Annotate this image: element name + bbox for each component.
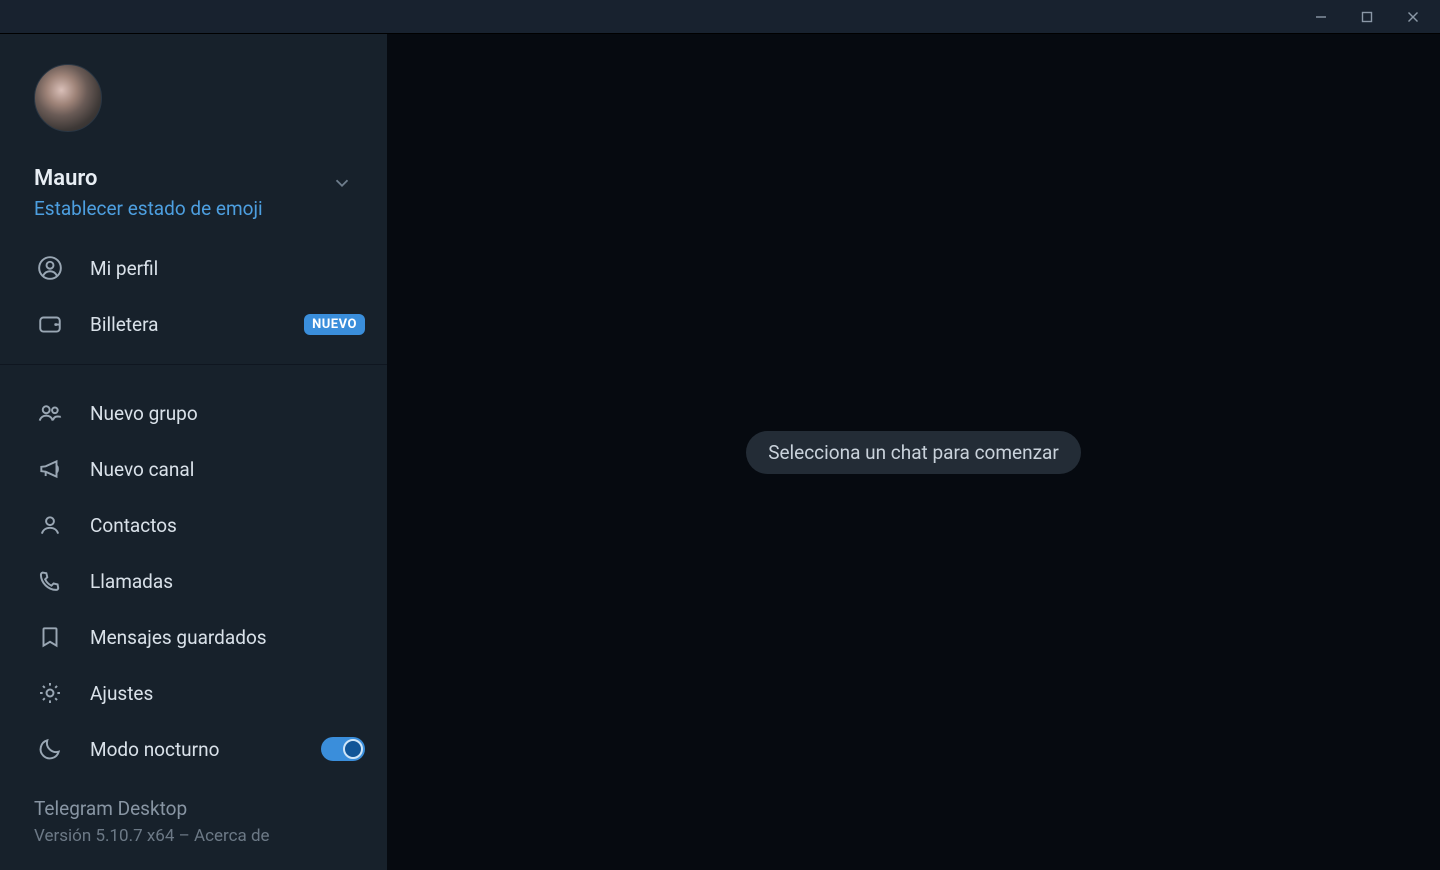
gear-icon <box>36 679 64 707</box>
app-name-label: Telegram Desktop <box>34 797 353 820</box>
sidebar-menu: Mauro Establecer estado de emoji Mi perf… <box>0 34 387 870</box>
menu-label: Ajustes <box>90 682 365 705</box>
app-root: Mauro Establecer estado de emoji Mi perf… <box>0 34 1440 870</box>
version-text: Versión 5.10.7 x64 – <box>34 826 194 846</box>
night-mode-toggle[interactable] <box>321 737 365 761</box>
select-chat-placeholder: Selecciona un chat para comenzar <box>746 431 1081 474</box>
avatar[interactable] <box>34 64 102 132</box>
menu-item-contacts[interactable]: Contactos <box>0 497 387 553</box>
menu-label: Mi perfil <box>90 257 365 280</box>
megaphone-icon <box>36 455 64 483</box>
menu-item-new-channel[interactable]: Nuevo canal <box>0 441 387 497</box>
menu-item-wallet[interactable]: Billetera NUEVO <box>0 296 387 352</box>
about-link[interactable]: Acerca de <box>194 826 270 846</box>
menu-item-profile[interactable]: Mi perfil <box>0 240 387 296</box>
wallet-icon <box>36 310 64 338</box>
version-line: Versión 5.10.7 x64 – Acerca de <box>34 826 353 846</box>
menu-item-new-group[interactable]: Nuevo grupo <box>0 385 387 441</box>
profile-section: Mauro Establecer estado de emoji <box>0 34 387 234</box>
menu-divider <box>0 364 387 365</box>
window-close-button[interactable] <box>1390 0 1436 34</box>
menu-item-saved-messages[interactable]: Mensajes guardados <box>0 609 387 665</box>
phone-icon <box>36 567 64 595</box>
window-maximize-button[interactable] <box>1344 0 1390 34</box>
sidebar-footer: Telegram Desktop Versión 5.10.7 x64 – Ac… <box>0 783 387 870</box>
badge-new: NUEVO <box>304 314 365 335</box>
set-emoji-status-link[interactable]: Establecer estado de emoji <box>34 197 263 220</box>
menu-label: Nuevo grupo <box>90 402 365 425</box>
sidebar-scroll[interactable]: Mauro Establecer estado de emoji Mi perf… <box>0 34 387 870</box>
group-icon <box>36 399 64 427</box>
menu-label: Mensajes guardados <box>90 626 365 649</box>
menu-label: Llamadas <box>90 570 365 593</box>
menu-label: Modo nocturno <box>90 738 321 761</box>
moon-icon <box>36 735 64 763</box>
window-minimize-button[interactable] <box>1298 0 1344 34</box>
window-titlebar <box>0 0 1440 34</box>
menu-label: Billetera <box>90 313 304 336</box>
menu-item-calls[interactable]: Llamadas <box>0 553 387 609</box>
chat-area: Selecciona un chat para comenzar <box>387 34 1440 870</box>
person-icon <box>36 511 64 539</box>
menu-label: Nuevo canal <box>90 458 365 481</box>
profile-icon <box>36 254 64 282</box>
menu-list-primary: Mi perfil Billetera NUEVO <box>0 234 387 358</box>
accounts-chevron-down-icon[interactable] <box>331 172 353 198</box>
menu-item-night-mode[interactable]: Modo nocturno <box>0 721 387 777</box>
menu-label: Contactos <box>90 514 365 537</box>
bookmark-icon <box>36 623 64 651</box>
menu-item-settings[interactable]: Ajustes <box>0 665 387 721</box>
menu-list-secondary: Nuevo grupo Nuevo canal Contactos <box>0 379 387 783</box>
user-name: Mauro <box>34 166 263 191</box>
